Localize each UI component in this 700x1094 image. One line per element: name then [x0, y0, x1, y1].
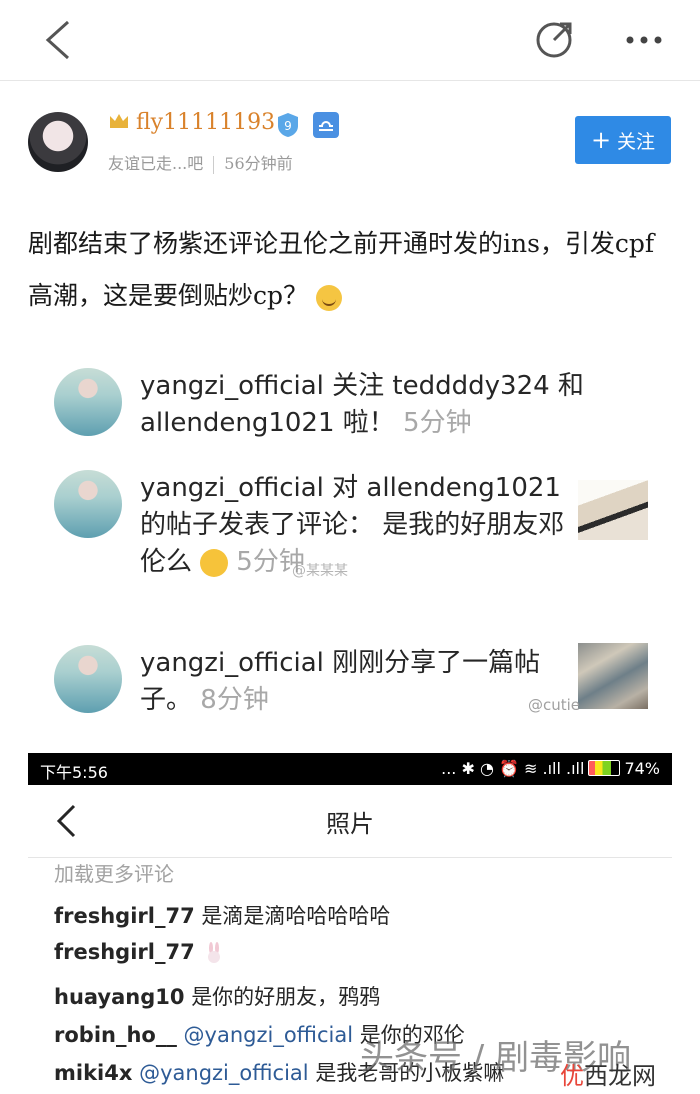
notification-user: yangzi_official — [140, 371, 324, 401]
notification-avatar — [54, 645, 122, 713]
site-brand-b: 西龙网 — [584, 1062, 656, 1090]
comment-mention[interactable]: @yangzi_official — [139, 1061, 309, 1085]
crown-icon — [110, 114, 128, 128]
smile-emoji-icon — [316, 284, 343, 311]
signal-icons: ... ✱ ◔ ⏰ ≋ .ıll .ıll — [441, 759, 585, 778]
load-more-comments-link[interactable]: 加载更多评论 — [54, 858, 174, 887]
notification-user: yangzi_official — [140, 473, 324, 503]
comment-text: 是你的好朋友，鸦鸦 — [191, 985, 381, 1009]
notification-time: 5分钟 — [403, 408, 472, 438]
comment-user[interactable]: robin_ho__ — [54, 1023, 177, 1047]
notification-avatar — [54, 470, 122, 538]
battery-icon — [588, 760, 621, 776]
notification-avatar — [54, 368, 122, 436]
comment-user[interactable]: freshgirl_77 — [54, 904, 195, 928]
more-options-icon[interactable] — [622, 30, 666, 50]
vip-level-badge: 9 — [278, 113, 298, 137]
post-body: 剧都结束了杨紫还评论丑伦之前开通时发的ins，引发cpf高潮，这是要倒贴炒cp？ — [28, 218, 678, 322]
follow-button[interactable]: + 关注 — [575, 116, 671, 164]
post-thumbnail — [578, 643, 648, 709]
status-bar: 下午5:56 ... ✱ ◔ ⏰ ≋ .ıll .ıll 74% — [28, 753, 672, 785]
post-thumbnail — [578, 480, 648, 540]
comment-user[interactable]: miki4x — [54, 1061, 132, 1085]
comment-row: freshgirl_77 — [54, 940, 223, 964]
back-arrow-icon[interactable] — [40, 18, 80, 62]
comment-row: huayang10 是你的好朋友，鸦鸦 — [54, 981, 380, 1011]
svg-text:9: 9 — [284, 119, 292, 133]
divider — [213, 155, 215, 174]
page-title: 照片 — [326, 810, 374, 838]
weibo-watermark: @cutie — [528, 696, 581, 714]
site-watermark-logo: 优西龙网 — [560, 1056, 656, 1091]
comment-row: freshgirl_77 是滴是滴哈哈哈哈哈 — [54, 900, 390, 930]
comment-user[interactable]: huayang10 — [54, 985, 185, 1009]
comment-text: 是滴是滴哈哈哈哈哈 — [201, 904, 391, 928]
follow-label: 关注 — [617, 130, 656, 153]
notification-item: yangzi_official 关注 teddddy324 和 allenden… — [140, 368, 640, 442]
status-icons: ... ✱ ◔ ⏰ ≋ .ıll .ıll 74% — [441, 759, 660, 778]
thinking-emoji-icon — [200, 548, 229, 577]
comment-mention[interactable]: @yangzi_official — [184, 1023, 354, 1047]
notification-time: 8分钟 — [200, 685, 269, 715]
zodiac-icon — [313, 112, 339, 138]
author-avatar[interactable] — [28, 112, 88, 172]
notification-item: yangzi_official 刚刚分享了一篇帖子。 8分钟 — [140, 645, 560, 719]
bunny-emoji-icon — [208, 942, 221, 963]
notification-user: yangzi_official — [140, 648, 324, 678]
comment-user[interactable]: freshgirl_77 — [54, 940, 195, 964]
post-time: 56分钟前 — [224, 154, 293, 173]
author-bio: 友谊已走...吧 — [108, 154, 204, 173]
site-brand-a: 优 — [560, 1062, 584, 1090]
author-username[interactable]: fly11111193 — [136, 110, 275, 135]
author-subline: 友谊已走...吧 56分钟前 — [108, 150, 293, 174]
share-icon[interactable] — [532, 18, 576, 62]
plus-icon: + — [590, 126, 612, 154]
notification-item: yangzi_official 对 allendeng1021 的帖子发表了评论… — [140, 470, 570, 581]
weibo-watermark: @某某某 — [292, 563, 348, 579]
top-nav-bar — [0, 0, 700, 81]
battery-level: 74% — [624, 759, 660, 778]
status-time: 下午5:56 — [40, 763, 108, 782]
